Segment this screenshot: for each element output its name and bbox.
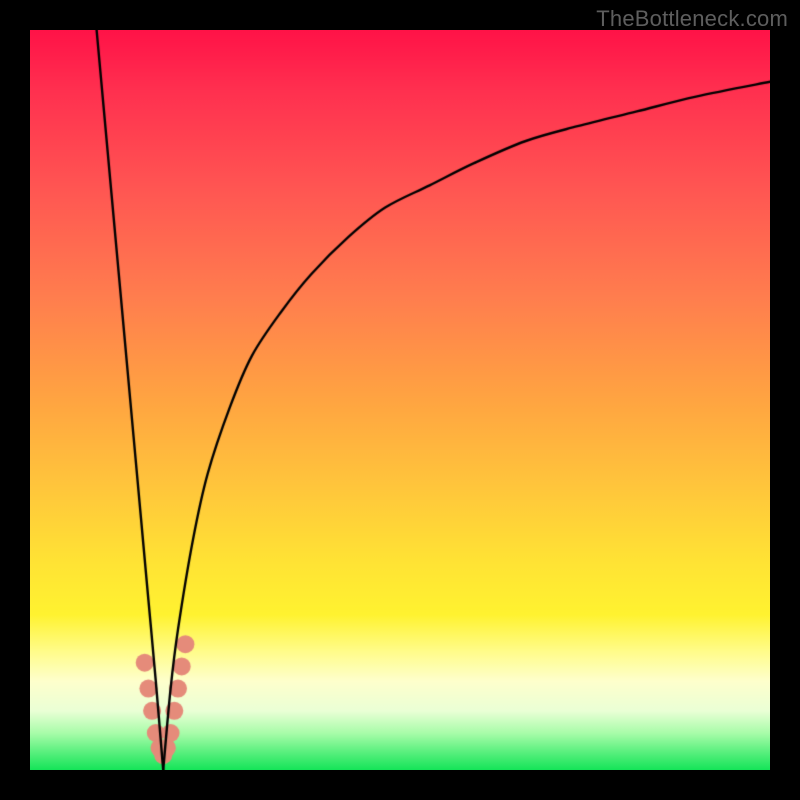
watermark-text: TheBottleneck.com [596, 6, 788, 32]
plot-area [30, 30, 770, 770]
curve-canvas [30, 30, 770, 770]
chart-frame: TheBottleneck.com [0, 0, 800, 800]
